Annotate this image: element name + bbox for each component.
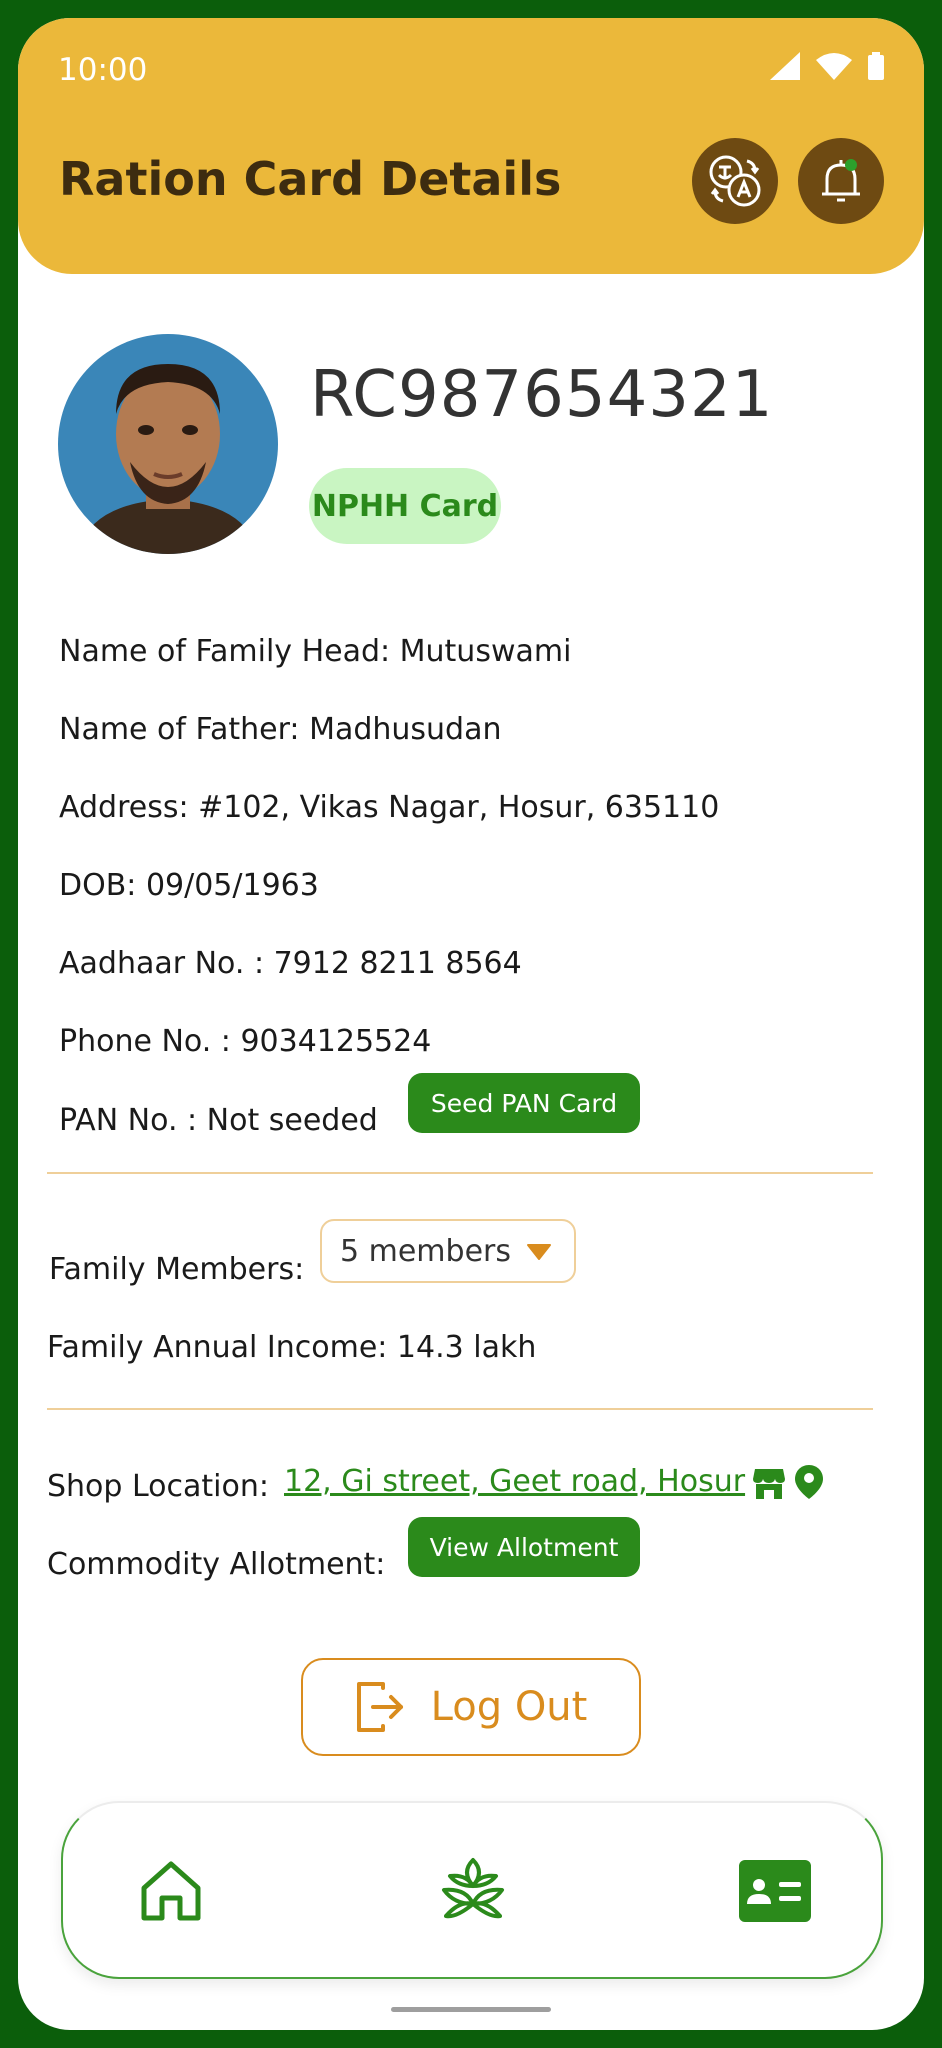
view-allotment-button[interactable]: View Allotment (408, 1517, 640, 1577)
wheat-icon (442, 1858, 504, 1919)
aadhaar-text: Aadhaar No. : 7912 8211 8564 (59, 946, 522, 981)
card-type-badge: NPHH Card (309, 468, 501, 544)
shop-location-label: Shop Location: (47, 1469, 269, 1504)
pan-text: PAN No. : Not seeded (59, 1103, 378, 1138)
family-members-label: Family Members: (49, 1252, 305, 1287)
bell-icon (822, 159, 860, 202)
family-members-dropdown[interactable]: 5 members (320, 1219, 576, 1283)
nav-home[interactable] (131, 1851, 211, 1931)
family-members-value: 5 members (340, 1233, 511, 1269)
ration-card-number: RC987654321 (310, 358, 774, 432)
family-head-text: Name of Family Head: Mutuswami (59, 634, 572, 669)
family-income-text: Family Annual Income: 14.3 lakh (47, 1330, 537, 1365)
dob-text: DOB: 09/05/1963 (59, 868, 319, 903)
avatar (58, 334, 278, 554)
caret-down-icon (527, 1244, 551, 1260)
id-card-icon (739, 1860, 811, 1922)
signal-icon (770, 52, 800, 80)
commodity-allotment-label: Commodity Allotment: (47, 1547, 386, 1582)
app-frame: 10:00 Ration Card Details RC987654321 NP… (18, 18, 924, 2030)
notifications-button[interactable] (798, 138, 884, 224)
page-title: Ration Card Details (59, 152, 562, 206)
status-icons (770, 52, 884, 80)
profile-photo (58, 334, 278, 554)
app-header: 10:00 Ration Card Details (18, 18, 924, 274)
nav-crops[interactable] (433, 1851, 513, 1931)
seed-pan-button[interactable]: Seed PAN Card (408, 1073, 640, 1133)
divider (47, 1172, 873, 1174)
address-text: Address: #102, Vikas Nagar, Hosur, 63511… (59, 790, 720, 825)
location-pin-icon[interactable] (794, 1464, 824, 1500)
translate-icon (709, 155, 761, 207)
shop-location-link[interactable]: 12, Gi street, Geet road, Hosur (284, 1464, 745, 1499)
battery-icon (868, 52, 884, 80)
store-icon[interactable] (752, 1466, 786, 1500)
wifi-icon (816, 53, 852, 80)
home-indicator (391, 2007, 551, 2012)
translate-button[interactable] (692, 138, 778, 224)
logout-icon (356, 1682, 403, 1732)
nav-ration-card[interactable] (735, 1851, 815, 1931)
home-icon (141, 1861, 201, 1921)
father-name-text: Name of Father: Madhusudan (59, 712, 502, 747)
divider (47, 1408, 873, 1410)
bottom-nav (61, 1801, 883, 1979)
status-time: 10:00 (58, 52, 148, 88)
logout-label: Log Out (430, 1684, 588, 1730)
phone-text: Phone No. : 9034125524 (59, 1024, 432, 1059)
logout-button[interactable]: Log Out (301, 1658, 641, 1756)
